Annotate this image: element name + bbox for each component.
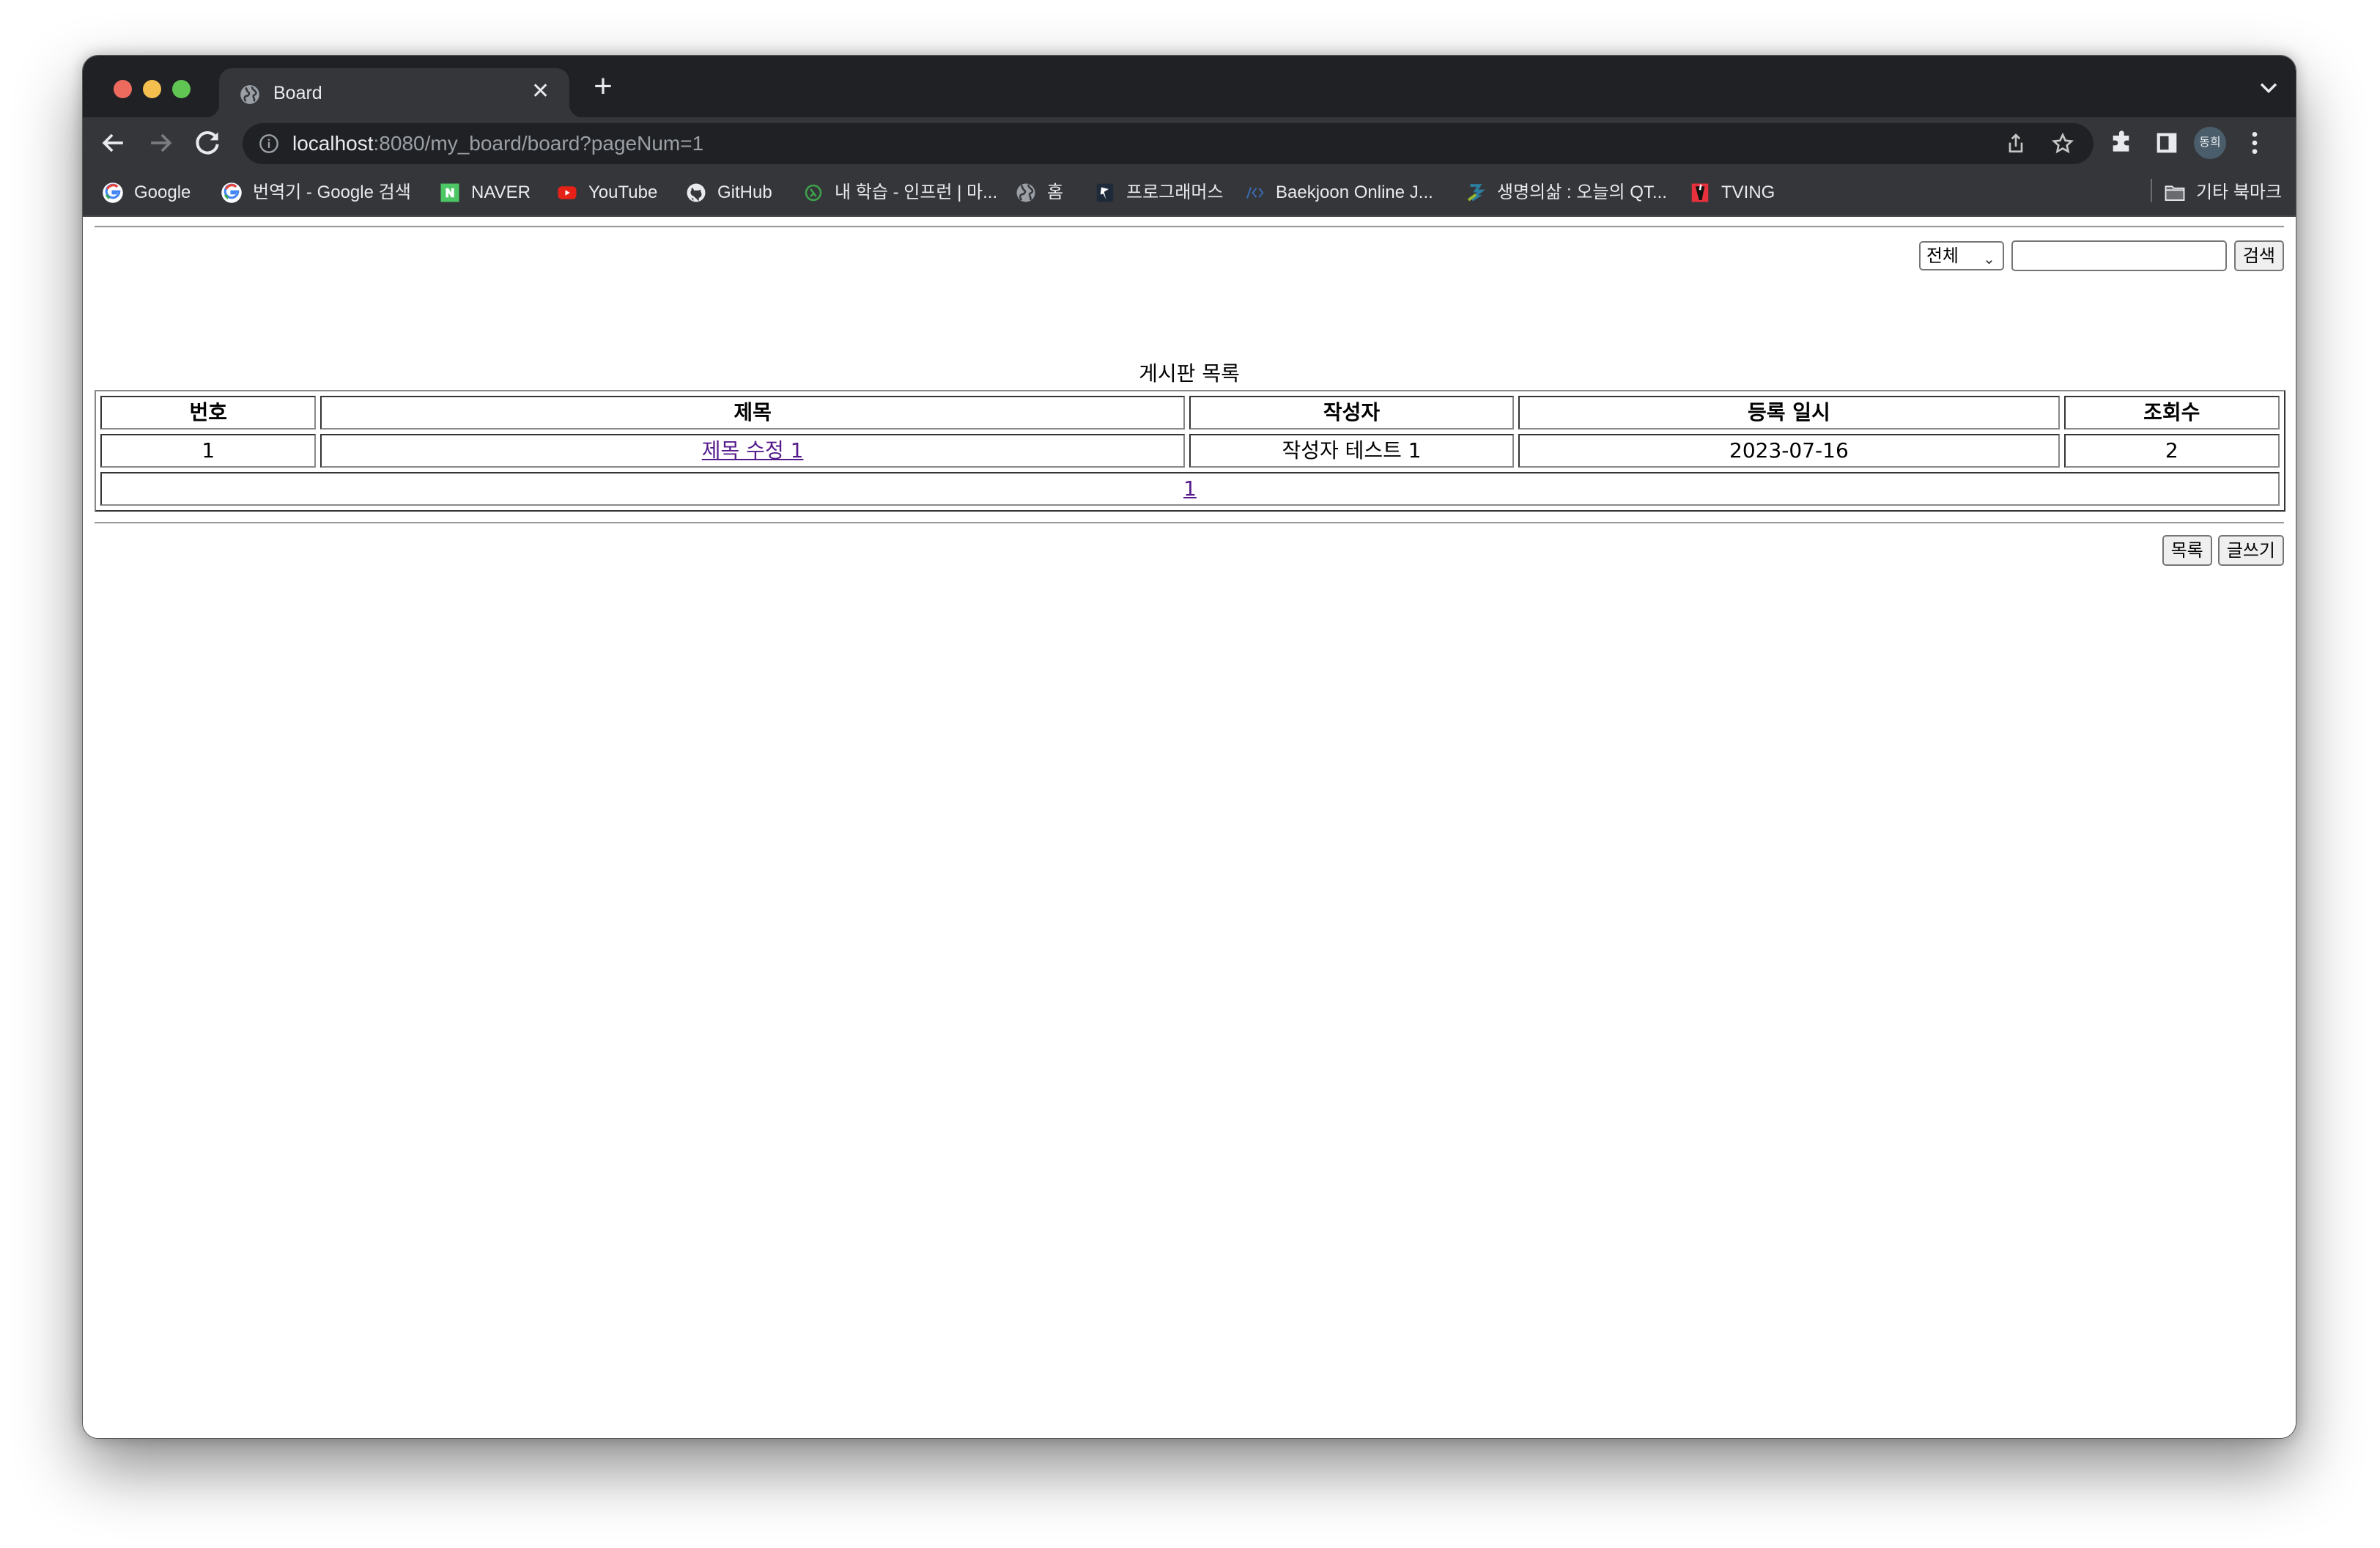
- header-title: 제목: [320, 396, 1185, 430]
- url-path: :8080/my_board/board?pageNum=1: [373, 132, 704, 155]
- pagination-row: 1: [100, 472, 2280, 506]
- bookmark-qt[interactable]: 생명의삶 : 오늘의 QT...: [1465, 180, 1667, 205]
- header-date: 등록 일시: [1518, 396, 2060, 430]
- header-number: 번호: [100, 396, 317, 430]
- extensions-icon[interactable]: [2108, 128, 2137, 158]
- arrow-right-icon: [151, 133, 172, 152]
- page-content: 전체 ⌄ 검색 게시판 목록 번호 제목 작성자 등록 일시 조회수 1 제목 …: [83, 217, 2296, 1438]
- bookmark-inflearn[interactable]: 내 학습 - 인프런 | 마...: [802, 180, 997, 205]
- bottom-divider: [95, 522, 2284, 524]
- board-caption: 게시판 목록: [1139, 361, 1240, 386]
- search-type-value: 전체: [1926, 246, 1959, 266]
- tab-title: Board: [273, 83, 322, 103]
- code-icon: [1246, 187, 1264, 199]
- bookmark-naver[interactable]: NAVER: [439, 180, 531, 205]
- arrow-left-icon: [102, 133, 123, 152]
- search-form: 전체 ⌄ 검색: [1918, 240, 2284, 271]
- share-icon[interactable]: [2004, 132, 2028, 155]
- globe-icon: [1016, 183, 1035, 202]
- header-author: 작성자: [1189, 396, 1515, 430]
- bookmark-youtube[interactable]: YouTube: [556, 180, 657, 205]
- bookmark-star-icon[interactable]: [2051, 132, 2074, 155]
- action-buttons: 목록 글쓰기: [2162, 535, 2284, 566]
- header-views: 조회수: [2063, 396, 2280, 430]
- reload-button[interactable]: [191, 127, 223, 159]
- bookmark-google[interactable]: Google: [102, 180, 191, 205]
- search-input[interactable]: [2011, 240, 2227, 271]
- cell-views: 2: [2063, 434, 2280, 468]
- youtube-icon: [558, 186, 577, 199]
- toolbar: localhost:8080/my_board/board?pageNum=1 …: [83, 117, 2296, 169]
- globe-icon: [240, 85, 259, 104]
- url-host: localhost: [292, 132, 374, 155]
- bookmark-programmers[interactable]: 프로그래머스: [1094, 180, 1223, 205]
- reload-icon: [196, 131, 219, 155]
- bookmark-translator[interactable]: 번역기 - Google 검색: [221, 180, 411, 205]
- folder-icon: [2165, 185, 2185, 201]
- bookmark-github[interactable]: GitHub: [685, 180, 772, 205]
- chevron-down-icon: ⌄: [1983, 250, 1995, 268]
- cell-date: 2023-07-16: [1518, 434, 2060, 468]
- naver-icon: [440, 183, 459, 202]
- board-table: 번호 제목 작성자 등록 일시 조회수 1 제목 수정 1 작성자 테스트 1 …: [95, 390, 2285, 512]
- google-icon: [103, 183, 123, 203]
- inflearn-icon: [805, 184, 822, 202]
- bookmark-home[interactable]: 홈: [1015, 180, 1063, 205]
- top-divider: [95, 226, 2284, 228]
- url-text[interactable]: localhost:8080/my_board/board?pageNum=1: [292, 130, 703, 157]
- profile-avatar[interactable]: 동희: [2194, 127, 2226, 159]
- chevron-down-icon[interactable]: [2256, 75, 2281, 100]
- browser-window: Board ✕ + localhost:8080/my_board/board?…: [82, 55, 2296, 1439]
- table-header-row: 번호 제목 작성자 등록 일시 조회수: [100, 396, 2280, 430]
- maximize-window-button[interactable]: [172, 80, 191, 98]
- address-bar[interactable]: localhost:8080/my_board/board?pageNum=1: [243, 123, 2093, 164]
- search-button[interactable]: 검색: [2233, 240, 2284, 271]
- new-tab-button[interactable]: +: [587, 70, 619, 103]
- forward-button[interactable]: [144, 127, 177, 159]
- cell-author: 작성자 테스트 1: [1189, 434, 1515, 468]
- page-link-1[interactable]: 1: [1183, 476, 1197, 501]
- list-button[interactable]: 목록: [2162, 535, 2212, 566]
- pagination-cell: 1: [100, 472, 2280, 506]
- search-type-select[interactable]: 전체 ⌄: [1918, 241, 2004, 270]
- tab-board[interactable]: Board ✕: [206, 68, 583, 117]
- bookmarks-bar: Google 번역기 - Google 검색 NAVER YouTube Git…: [83, 169, 2296, 217]
- programmers-icon: [1096, 183, 1114, 202]
- github-icon: [687, 183, 706, 202]
- bookmark-baekjoon[interactable]: Baekjoon Online J...: [1243, 180, 1433, 205]
- back-button[interactable]: [97, 127, 130, 159]
- minimize-window-button[interactable]: [143, 80, 161, 98]
- tving-icon: [1691, 183, 1709, 202]
- tab-close-icon[interactable]: ✕: [531, 78, 550, 105]
- qt-icon: [1467, 184, 1486, 202]
- cell-number: 1: [100, 434, 317, 468]
- post-title-link[interactable]: 제목 수정 1: [702, 438, 804, 462]
- google-icon: [221, 183, 242, 203]
- close-window-button[interactable]: [114, 80, 132, 98]
- side-panel-icon[interactable]: [2152, 128, 2181, 158]
- kebab-menu-icon[interactable]: [2240, 128, 2269, 158]
- other-bookmarks[interactable]: 기타 북마크: [2164, 180, 2282, 205]
- cell-title: 제목 수정 1: [320, 434, 1185, 468]
- info-icon[interactable]: [259, 133, 279, 154]
- bookmark-tving[interactable]: TVING: [1689, 180, 1775, 205]
- desktop: Board ✕ + localhost:8080/my_board/board?…: [0, 0, 2380, 1548]
- bookmarks-divider: [2151, 179, 2152, 202]
- write-button[interactable]: 글쓰기: [2217, 535, 2284, 566]
- table-row: 1 제목 수정 1 작성자 테스트 1 2023-07-16 2: [100, 434, 2280, 468]
- tab-strip: Board ✕ +: [83, 56, 2296, 117]
